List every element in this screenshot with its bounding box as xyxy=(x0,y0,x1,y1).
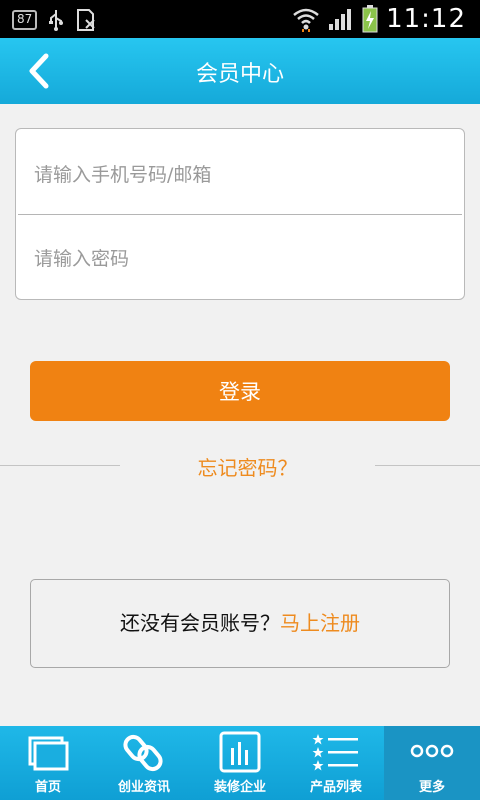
tab-home-label: 首页 xyxy=(34,780,61,795)
register-link[interactable]: 马上注册 xyxy=(280,611,360,635)
bar-chart-icon xyxy=(219,731,261,773)
usb-icon xyxy=(49,10,64,31)
battery-charging-icon xyxy=(362,5,378,33)
signal-icon xyxy=(329,9,352,30)
tab-business-news-label: 创业资讯 xyxy=(117,780,170,795)
notification-count-badge: 87 xyxy=(12,10,38,30)
register-prompt-text: 还没有会员账号？ xyxy=(120,611,280,635)
status-right-icons: 11:12 xyxy=(292,4,466,34)
tab-decoration-companies-label: 装修企业 xyxy=(213,780,266,795)
tab-home[interactable]: 首页 xyxy=(0,726,96,800)
divider-left xyxy=(0,465,120,466)
star-list-icon xyxy=(312,734,358,771)
password-input[interactable] xyxy=(34,229,460,289)
home-pages-icon xyxy=(28,736,69,771)
bottom-tab-bar: 首页 创业资讯 装修企业 产品列表 更多 xyxy=(0,726,480,800)
status-time: 11:12 xyxy=(386,4,466,34)
divider-right xyxy=(375,465,480,466)
status-left-icons: 87 xyxy=(12,8,97,32)
tab-decoration-companies[interactable]: 装修企业 xyxy=(192,726,288,800)
form-divider xyxy=(18,214,462,215)
header: 会员中心 xyxy=(0,38,480,104)
chain-link-icon xyxy=(123,734,163,772)
more-dots-icon xyxy=(410,744,454,758)
tab-business-news[interactable]: 创业资讯 xyxy=(96,726,192,800)
login-form xyxy=(15,128,465,300)
tab-more[interactable]: 更多 xyxy=(384,726,480,800)
wifi-icon xyxy=(293,8,319,32)
register-prompt-box: 还没有会员账号？马上注册 xyxy=(30,579,450,668)
forgot-password-link[interactable]: 忘记密码？ xyxy=(120,452,375,481)
phone-email-input[interactable] xyxy=(34,145,460,205)
tab-product-list-label: 产品列表 xyxy=(309,780,362,795)
tab-product-list[interactable]: 产品列表 xyxy=(288,726,384,800)
status-bar: 87 11:12 xyxy=(0,0,480,38)
page-title: 会员中心 xyxy=(195,62,284,87)
login-button[interactable]: 登录 xyxy=(30,361,450,421)
tab-more-label: 更多 xyxy=(418,780,445,795)
blocked-sim-icon xyxy=(77,9,95,31)
